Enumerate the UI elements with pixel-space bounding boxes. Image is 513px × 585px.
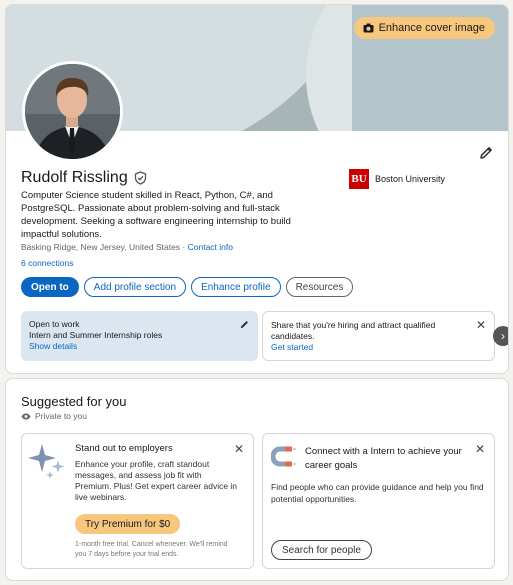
university-logo: BU <box>349 169 369 189</box>
close-icon[interactable]: ✕ <box>475 442 485 456</box>
verified-shield-icon[interactable] <box>134 171 147 185</box>
location-text: Basking Ridge, New Jersey, United States <box>21 242 181 252</box>
privacy-text: Private to you <box>35 411 87 421</box>
enhance-cover-label: Enhance cover image <box>378 22 485 34</box>
premium-suggestion: Stand out to employers Enhance your prof… <box>21 433 254 569</box>
education-item[interactable]: BU Boston University <box>349 169 445 189</box>
avatar[interactable] <box>22 61 123 162</box>
premium-title: Stand out to employers <box>75 443 173 454</box>
open-to-work-roles: Intern and Summer Internship roles <box>29 330 163 340</box>
get-started-link[interactable]: Get started <box>271 342 486 353</box>
open-to-work-title: Open to work <box>29 319 80 329</box>
profile-actions: Open to Add profile section Enhance prof… <box>21 277 354 297</box>
edit-intro-pencil-icon[interactable] <box>478 145 494 161</box>
add-profile-section-button[interactable]: Add profile section <box>83 277 187 297</box>
open-to-work-card[interactable]: Open to work Intern and Summer Internshi… <box>21 311 258 361</box>
profile-card: Enhance cover image Rudolf Rissling Comp… <box>5 4 509 374</box>
connections-link[interactable]: 6 connections <box>21 258 73 268</box>
resources-button[interactable]: Resources <box>285 277 354 297</box>
profile-name: Rudolf Rissling <box>21 169 128 186</box>
try-premium-button[interactable]: Try Premium for $0 <box>75 514 181 534</box>
hiring-text: Share that you're hiring and attract qua… <box>271 320 436 341</box>
contact-info-link[interactable]: Contact info <box>188 242 233 252</box>
suggested-card: Suggested for you Private to you Stand o… <box>5 378 509 581</box>
show-details-link[interactable]: Show details <box>29 341 250 352</box>
close-icon[interactable]: ✕ <box>476 319 486 331</box>
connect-suggestion: Connect with a Intern to achieve your ca… <box>262 433 495 569</box>
open-to-button[interactable]: Open to <box>21 277 79 297</box>
connect-title: Connect with a Intern to achieve your ca… <box>305 446 462 471</box>
location-row: Basking Ridge, New Jersey, United States… <box>21 242 233 252</box>
enhance-profile-button[interactable]: Enhance profile <box>191 277 281 297</box>
magnet-icon <box>271 446 296 467</box>
close-icon[interactable]: ✕ <box>234 442 244 456</box>
university-name: Boston University <box>375 174 446 184</box>
profile-headline: Computer Science student skilled in Reac… <box>21 190 291 240</box>
enhance-cover-button[interactable]: Enhance cover image <box>353 17 495 39</box>
pencil-icon[interactable] <box>239 319 250 330</box>
search-for-people-button[interactable]: Search for people <box>271 540 372 560</box>
premium-body: Enhance your profile, craft standout mes… <box>75 459 238 502</box>
sparkle-icon <box>28 444 65 479</box>
camera-icon <box>363 23 374 33</box>
suggested-title: Suggested for you <box>21 394 127 409</box>
separator: · <box>180 242 188 252</box>
chevron-right-icon[interactable]: › <box>493 326 508 346</box>
connect-body: Find people who can provide guidance and… <box>271 482 484 504</box>
hiring-card[interactable]: Share that you're hiring and attract qua… <box>262 311 495 361</box>
privacy-note: Private to you <box>21 411 87 421</box>
eye-icon <box>21 413 31 419</box>
premium-footnote: 1-month free trial. Cancel whenever. We'… <box>75 541 228 558</box>
name-row: Rudolf Rissling <box>21 169 147 187</box>
